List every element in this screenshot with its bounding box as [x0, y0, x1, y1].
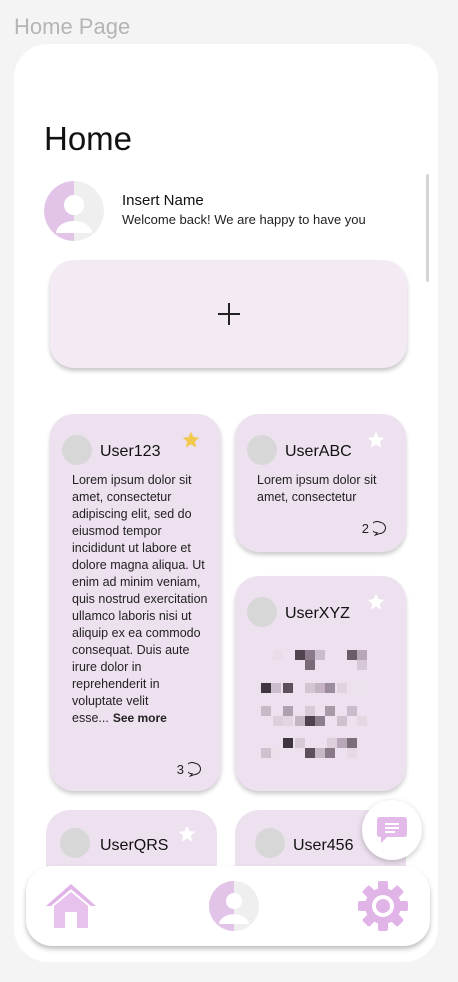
scrollbar[interactable]	[426, 174, 429, 282]
post-username: UserXYZ	[285, 605, 350, 622]
page-label: Home Page	[14, 14, 131, 39]
post-username: User456	[293, 837, 354, 854]
nav-profile[interactable]	[207, 880, 261, 932]
nav-home[interactable]	[44, 880, 98, 932]
chat-icon	[377, 817, 407, 843]
post-card[interactable]: UserXYZ	[235, 576, 406, 791]
post-text: Lorem ipsum dolor sit amet, consectetur …	[72, 473, 208, 725]
post-card[interactable]: UserABC Lorem ipsum dolor sit amet, cons…	[235, 414, 406, 552]
page-title: Home	[44, 120, 133, 157]
star-icon[interactable]	[181, 430, 201, 450]
profile-name: Insert Name	[122, 192, 204, 209]
comment-icon	[373, 521, 386, 536]
post-avatar	[255, 828, 285, 858]
phone-frame: Home Insert Name Welcome back! We are ha…	[14, 44, 438, 962]
star-icon[interactable]	[366, 430, 386, 450]
comment-count[interactable]: 3	[177, 762, 203, 777]
post-avatar	[247, 597, 277, 627]
pixelated-image	[261, 650, 367, 758]
home-icon	[46, 884, 96, 928]
post-avatar	[60, 828, 90, 858]
profile-avatar[interactable]	[44, 181, 104, 241]
post-username: UserABC	[285, 443, 352, 460]
comment-count[interactable]: 2	[362, 521, 388, 536]
welcome-message: Welcome back! We are happy to have you	[122, 212, 366, 227]
user-avatar-icon	[44, 181, 104, 241]
star-icon[interactable]	[177, 824, 197, 844]
post-avatar	[247, 435, 277, 465]
settings-icon	[358, 881, 408, 931]
plus-icon	[217, 303, 240, 325]
profile-icon	[209, 881, 259, 931]
bottom-nav	[26, 866, 430, 946]
chat-button[interactable]	[362, 800, 422, 860]
comment-icon	[188, 762, 201, 777]
post-avatar	[62, 435, 92, 465]
see-more-link[interactable]: See more	[113, 711, 167, 725]
star-icon[interactable]	[366, 592, 386, 612]
post-card[interactable]: User123 Lorem ipsum dolor sit amet, cons…	[50, 414, 221, 791]
nav-settings[interactable]	[356, 880, 410, 932]
post-username: User123	[100, 443, 161, 460]
post-text: Lorem ipsum dolor sit amet, consectetur	[257, 473, 377, 504]
post-username: UserQRS	[100, 837, 169, 854]
add-post-button[interactable]	[50, 260, 407, 368]
